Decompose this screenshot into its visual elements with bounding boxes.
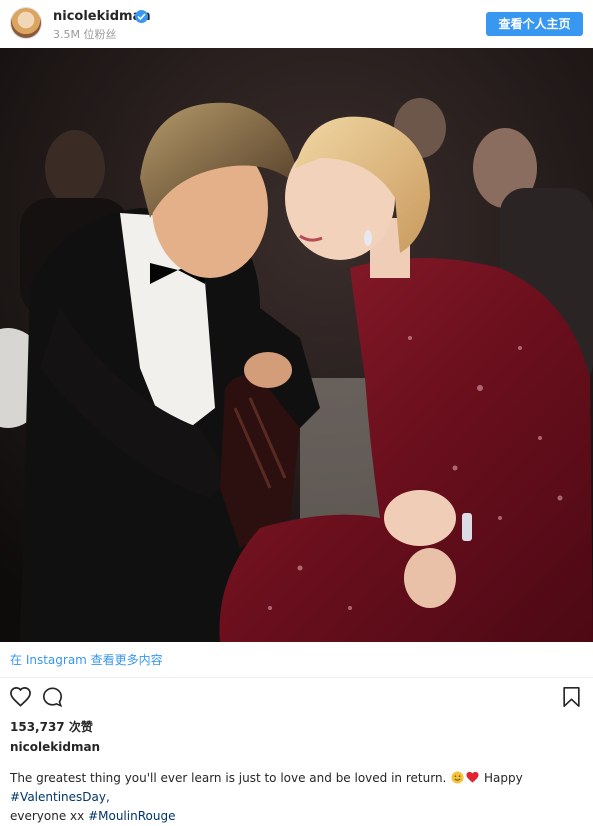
divider xyxy=(0,677,593,678)
caption-main-text: The greatest thing you'll ever learn is … xyxy=(10,771,447,785)
bookmark-icon[interactable] xyxy=(562,686,581,712)
post-photo[interactable] xyxy=(0,48,593,642)
smiling-face-emoji xyxy=(451,771,464,784)
post-header: nicolekidman 3.5M 位粉丝 查看个人主页 xyxy=(0,0,593,48)
heart-outline-icon[interactable] xyxy=(9,686,32,711)
red-heart-emoji xyxy=(466,771,479,784)
caption-happy-text: Happy xyxy=(484,771,523,785)
avatar[interactable] xyxy=(11,8,41,38)
view-more-on-instagram-link[interactable]: 在 Instagram 查看更多内容 xyxy=(10,651,163,668)
hashtag-moulinrouge[interactable]: #MoulinRouge xyxy=(88,809,175,823)
caption-username[interactable]: nicolekidman xyxy=(10,740,100,754)
like-count[interactable]: 153,737 次赞 xyxy=(10,718,93,735)
caption-text: The greatest thing you'll ever learn is … xyxy=(10,769,586,826)
view-profile-button[interactable]: 查看个人主页 xyxy=(486,12,583,36)
comment-bubble-icon[interactable] xyxy=(41,686,64,712)
caption-everyone-text: everyone xx xyxy=(10,809,85,823)
follower-count: 3.5M 位粉丝 xyxy=(53,28,117,41)
hashtag-valentinesday[interactable]: #ValentinesDay, xyxy=(10,790,110,804)
verified-badge-icon xyxy=(135,10,148,23)
